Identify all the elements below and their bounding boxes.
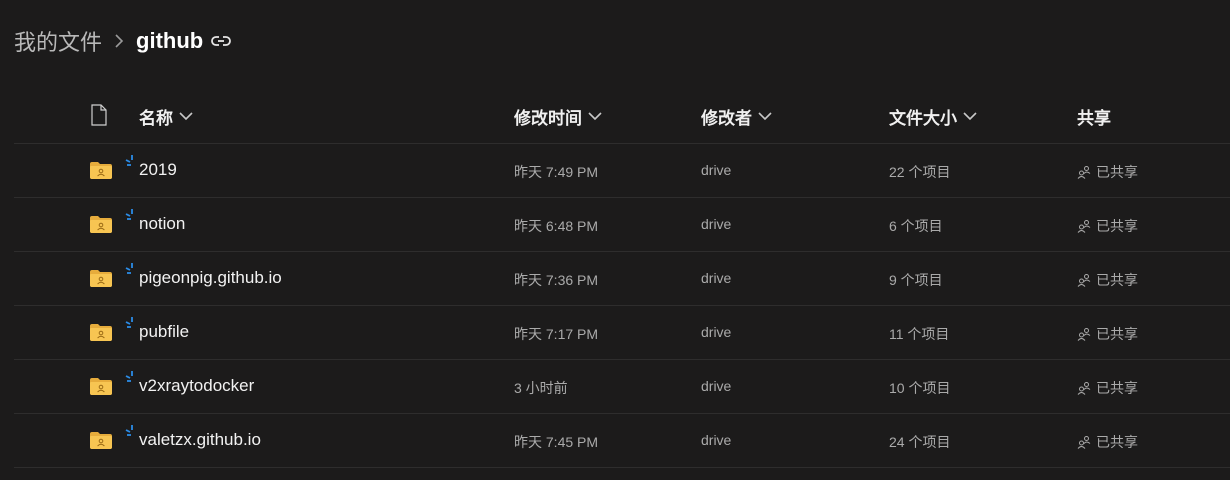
item-modified: 昨天 7:17 PM — [514, 326, 599, 342]
item-name[interactable]: pubfile — [139, 322, 189, 342]
item-sharing-label: 已共享 — [1096, 326, 1138, 342]
item-name[interactable]: pigeonpig.github.io — [139, 268, 282, 288]
table-row[interactable]: pigeonpig.github.io 昨天 7:36 PM drive 9 个… — [14, 252, 1230, 306]
item-size: 24 个项目 — [889, 434, 951, 450]
column-header-sharing[interactable]: 共享 — [1077, 104, 1111, 128]
people-icon — [1077, 220, 1091, 233]
item-sharing[interactable]: 已共享 — [1077, 432, 1138, 452]
item-modified-by: drive — [701, 432, 732, 448]
table-row[interactable]: 2019 昨天 7:49 PM drive 22 个项目 已共享 — [14, 144, 1230, 198]
breadcrumb-root[interactable]: 我的文件 — [14, 25, 102, 57]
column-header-modified-label: 修改时间 — [514, 108, 582, 128]
list-header: 名称 修改时间 修改者 文件大小 共享 — [14, 90, 1230, 144]
column-header-name[interactable]: 名称 — [139, 104, 193, 128]
column-header-modified-by[interactable]: 修改者 — [701, 104, 772, 128]
table-row[interactable]: valetzx.github.io 昨天 7:45 PM drive 24 个项… — [14, 414, 1230, 468]
breadcrumb-current: github — [136, 28, 204, 53]
shared-folder-icon — [89, 377, 113, 401]
item-modified-by: drive — [701, 216, 732, 232]
item-sharing[interactable]: 已共享 — [1077, 270, 1138, 290]
column-header-modified[interactable]: 修改时间 — [514, 104, 602, 128]
people-icon — [1077, 436, 1091, 449]
item-modified: 昨天 6:48 PM — [514, 218, 599, 234]
item-name[interactable]: 2019 — [139, 160, 177, 180]
shared-folder-icon — [89, 431, 113, 455]
item-name[interactable]: v2xraytodocker — [139, 376, 254, 396]
item-name[interactable]: notion — [139, 214, 185, 234]
item-modified: 3 小时前 — [514, 380, 568, 396]
chevron-down-icon — [179, 111, 193, 120]
people-icon — [1077, 166, 1091, 179]
people-icon — [1077, 274, 1091, 287]
chevron-down-icon — [588, 111, 602, 120]
sync-spinner-icon — [125, 424, 139, 443]
shared-folder-icon — [89, 323, 113, 347]
breadcrumb: 我的文件 github — [14, 25, 232, 57]
column-header-size[interactable]: 文件大小 — [889, 104, 977, 128]
shared-folder-icon — [89, 161, 113, 185]
item-size: 11 个项目 — [889, 326, 950, 342]
item-sharing-label: 已共享 — [1096, 164, 1138, 180]
item-modified-by: drive — [701, 162, 732, 178]
chevron-right-icon — [114, 33, 124, 49]
sync-spinner-icon — [125, 370, 139, 389]
sync-spinner-icon — [125, 262, 139, 281]
item-sharing-label: 已共享 — [1096, 380, 1138, 396]
item-sharing[interactable]: 已共享 — [1077, 162, 1138, 182]
item-size: 22 个项目 — [889, 164, 951, 180]
item-modified-by: drive — [701, 378, 732, 394]
item-sharing[interactable]: 已共享 — [1077, 378, 1138, 398]
people-icon — [1077, 382, 1091, 395]
sync-spinner-icon — [125, 316, 139, 335]
item-size: 6 个项目 — [889, 218, 943, 234]
item-sharing[interactable]: 已共享 — [1077, 216, 1138, 236]
item-modified: 昨天 7:45 PM — [514, 434, 599, 450]
shared-folder-icon — [89, 269, 113, 293]
item-sharing-label: 已共享 — [1096, 218, 1138, 234]
table-row[interactable]: notion 昨天 6:48 PM drive 6 个项目 已共享 — [14, 198, 1230, 252]
people-icon — [1077, 328, 1091, 341]
item-modified: 昨天 7:49 PM — [514, 164, 599, 180]
item-modified-by: drive — [701, 324, 732, 340]
chevron-down-icon — [758, 111, 772, 120]
column-header-name-label: 名称 — [139, 108, 173, 128]
item-sharing-label: 已共享 — [1096, 434, 1138, 450]
link-icon[interactable] — [211, 34, 232, 48]
item-sharing-label: 已共享 — [1096, 272, 1138, 288]
column-header-modified-by-label: 修改者 — [701, 108, 752, 128]
sync-spinner-icon — [125, 154, 139, 173]
item-sharing[interactable]: 已共享 — [1077, 324, 1138, 344]
shared-folder-icon — [89, 215, 113, 239]
column-header-size-label: 文件大小 — [889, 108, 957, 128]
item-modified-by: drive — [701, 270, 732, 286]
item-size: 10 个项目 — [889, 380, 951, 396]
table-row[interactable]: v2xraytodocker 3 小时前 drive 10 个项目 已共享 — [14, 360, 1230, 414]
file-list: 名称 修改时间 修改者 文件大小 共享 2019 昨天 7:49 PM driv… — [14, 90, 1230, 468]
file-type-icon[interactable] — [90, 104, 108, 131]
item-name[interactable]: valetzx.github.io — [139, 430, 261, 450]
item-size: 9 个项目 — [889, 272, 943, 288]
sync-spinner-icon — [125, 208, 139, 227]
item-modified: 昨天 7:36 PM — [514, 272, 599, 288]
chevron-down-icon — [963, 111, 977, 120]
column-header-sharing-label: 共享 — [1077, 108, 1111, 128]
table-row[interactable]: pubfile 昨天 7:17 PM drive 11 个项目 已共享 — [14, 306, 1230, 360]
